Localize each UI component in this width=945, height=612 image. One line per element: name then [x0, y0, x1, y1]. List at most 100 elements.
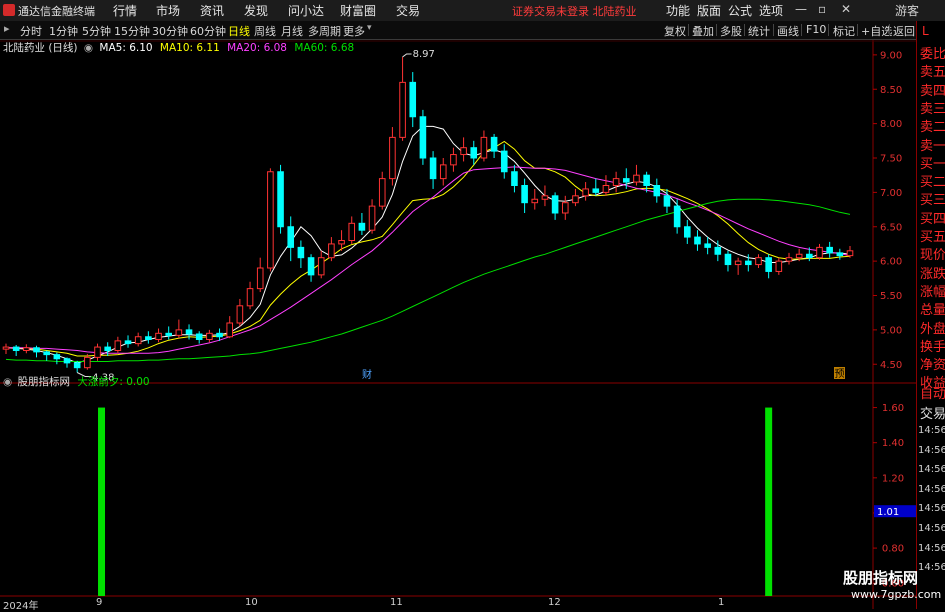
quote-sidebar: L 委比 卖五 卖四 卖三 卖二 卖一 买一 买二 买三 买四 买五 现价 涨跌 涨幅 总量 外盘 换手 净资 收益…	[916, 21, 945, 609]
divider	[744, 24, 745, 36]
login-notice[interactable]: 证券交易未登录 北陆药业	[512, 3, 637, 19]
divider	[773, 24, 774, 36]
candle-body	[378, 178, 386, 207]
sidebar-row-label: 净资	[920, 358, 945, 374]
candle-body	[551, 195, 559, 214]
tab-daily[interactable]: 日线	[228, 23, 250, 39]
tab-1min[interactable]: 1分钟	[49, 23, 78, 39]
period-menu-icon[interactable]: ▸	[4, 22, 10, 35]
overlay-button[interactable]: 叠加	[692, 23, 714, 39]
finance-event-marker: 财	[362, 368, 372, 381]
indicator-dropdown-icon[interactable]: ◉	[3, 376, 12, 388]
menu-item-formula[interactable]: 公式	[728, 2, 752, 19]
candle-body	[561, 202, 569, 214]
candle-body	[84, 356, 91, 369]
menu-item-function[interactable]: 功能	[666, 2, 690, 19]
price-axis-label: 5.00	[880, 325, 902, 336]
tab-monthly[interactable]: 月线	[281, 23, 303, 39]
sidebar-collapse[interactable]: L	[922, 24, 929, 38]
candle-body	[714, 246, 722, 255]
sidebar-row-label: 总量	[920, 303, 945, 319]
sidebar-row-label: 涨幅	[920, 284, 945, 300]
ma-line-ma5	[5, 125, 851, 364]
sidebar-trade-label[interactable]: 交易	[920, 403, 945, 422]
chevron-down-icon[interactable]: ▾	[367, 23, 372, 33]
ind-axis-label: 1.60	[882, 403, 904, 414]
candle-body	[775, 260, 783, 272]
tab-weekly[interactable]: 周线	[254, 23, 276, 39]
high-marker-label: 8.97	[413, 49, 435, 60]
minimize-icon[interactable]: —	[795, 2, 807, 16]
x-axis-month: 12	[548, 597, 561, 608]
candle-body	[267, 171, 274, 269]
candle-body	[277, 171, 284, 228]
candle-body	[328, 243, 335, 259]
sidebar-row-label: 现价	[920, 248, 945, 264]
menu-item-discover[interactable]: 发现	[244, 2, 268, 19]
x-axis-month: 9	[96, 597, 103, 608]
close-icon[interactable]: ✕	[841, 2, 851, 16]
x-axis-month: 10	[245, 597, 258, 608]
candle-body	[368, 205, 376, 231]
menu-item-ask[interactable]: 问小达	[288, 2, 324, 19]
divider	[716, 24, 717, 36]
menu-item-options[interactable]: 选项	[759, 2, 783, 19]
add-favorite-button[interactable]: +自选	[861, 23, 892, 39]
price-axis-label: 6.50	[880, 222, 902, 233]
kline-chart[interactable]: 9.00 8.50 8.00 7.50 7.00 6.50 6.00 5.50 5.00 4.50…	[0, 40, 916, 609]
multi-stock-button[interactable]: 多股	[720, 23, 742, 39]
tab-15min[interactable]: 15分钟	[114, 23, 150, 39]
tab-multi-period[interactable]: 多周期	[308, 23, 341, 39]
candle-body	[43, 351, 50, 356]
tab-5min[interactable]: 5分钟	[82, 23, 111, 39]
candle-body	[226, 322, 234, 338]
candle-body	[816, 246, 823, 259]
candle-body	[134, 336, 142, 345]
candle-body	[185, 329, 193, 335]
menu-item-hangqing[interactable]: 行情	[113, 2, 137, 19]
tab-30min[interactable]: 30分钟	[152, 23, 188, 39]
tab-60min[interactable]: 60分钟	[190, 23, 226, 39]
candle-body	[531, 198, 539, 204]
sidebar-tick-time: 14:56	[918, 464, 945, 476]
menu-item-layout[interactable]: 版面	[697, 2, 721, 19]
candle-body	[63, 358, 71, 364]
settings-dropdown-icon[interactable]: ◉	[84, 42, 93, 54]
current-value-label: 1.01	[877, 507, 899, 518]
price-axis-label: 6.00	[880, 257, 902, 268]
divider	[828, 24, 829, 36]
sidebar-row-label: 买五	[920, 230, 945, 245]
candle-body	[439, 164, 447, 180]
sidebar-row-label: 买一	[920, 156, 945, 172]
menu-item-news[interactable]: 资讯	[200, 2, 224, 19]
candle-body	[704, 243, 711, 248]
price-axis-label: 8.00	[880, 119, 902, 130]
indicator-legend: ◉ 股朋指标网 大涨前夕: 0.00	[0, 374, 150, 389]
indicator-value: 大涨前夕: 0.00	[77, 376, 150, 388]
guest-user[interactable]: 游客	[895, 2, 919, 19]
sidebar-tick-time: 14:56	[918, 483, 945, 495]
candle-body	[175, 329, 183, 336]
mark-button[interactable]: 标记	[833, 23, 855, 39]
sidebar-row-label: 换手	[920, 339, 945, 355]
f10-button[interactable]: F10	[806, 23, 826, 36]
candle-body	[246, 288, 254, 307]
top-menu-bar: 通达信金融终端 行情 市场 资讯 发现 问小达 财富圈 交易 证券交易未登录 北…	[0, 0, 945, 22]
menu-item-fortune[interactable]: 财富圈	[340, 2, 376, 19]
menu-item-market[interactable]: 市场	[156, 2, 180, 19]
statistics-button[interactable]: 统计	[748, 23, 770, 39]
draw-line-button[interactable]: 画线	[777, 23, 799, 39]
back-button[interactable]: 返回	[893, 23, 915, 39]
high-marker-line	[402, 53, 412, 58]
sidebar-trade-label[interactable]: 自动	[920, 383, 945, 402]
adjust-button[interactable]: 复权	[664, 23, 686, 39]
sidebar-row-label: 委比	[920, 47, 945, 62]
restore-icon[interactable]: ▫	[818, 2, 826, 16]
menu-item-trade[interactable]: 交易	[396, 2, 420, 19]
sidebar-tick-time: 14:56	[918, 425, 945, 436]
tab-timeshare[interactable]: 分时	[20, 23, 42, 39]
candle-body	[480, 136, 488, 159]
candle-body	[724, 253, 732, 266]
candle-body	[256, 267, 264, 290]
tab-more[interactable]: 更多	[343, 23, 365, 39]
